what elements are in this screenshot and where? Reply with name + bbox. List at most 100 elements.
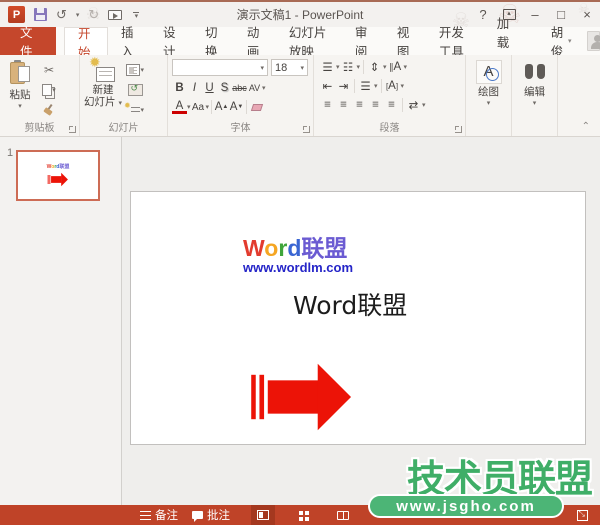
normal-view-icon (257, 510, 269, 520)
drawing-icon: A (475, 60, 502, 84)
tab-file[interactable]: 文件 (0, 26, 56, 59)
logo-letter: o (264, 235, 279, 261)
character-spacing-caret[interactable]: ▾ (262, 84, 266, 92)
tab-insert[interactable]: 插入 (108, 26, 150, 59)
user-account-menu[interactable]: 胡俊 ▾ (538, 26, 585, 59)
text-shadow-button[interactable]: S (217, 80, 232, 96)
align-right-button[interactable]: ≡ (352, 97, 367, 113)
tab-transitions[interactable]: 切换 (192, 26, 234, 59)
tab-slideshow[interactable]: 幻灯片放映 (276, 26, 342, 59)
maximize-button[interactable]: □ (548, 3, 574, 26)
slide-sorter-view-button[interactable] (291, 505, 315, 525)
striped-arrow-shape[interactable] (251, 360, 353, 434)
slide-canvas[interactable]: Word联盟 www.wordlm.com Word联盟 (130, 191, 586, 445)
minimize-button[interactable]: – (522, 3, 548, 26)
change-case-caret[interactable]: ▾ (206, 103, 210, 111)
comments-label: 批注 (207, 510, 230, 522)
ribbon-tab-bar: 文件 开始 插入 设计 切换 动画 幻灯片放映 审阅 视图 开发工具 加载项 胡… (0, 17, 600, 69)
increase-indent-button[interactable]: ⇥ (336, 78, 351, 94)
powerpoint-app-icon[interactable]: P (8, 6, 25, 23)
user-avatar[interactable] (586, 31, 600, 51)
align-center-button[interactable]: ≡ (336, 97, 351, 113)
fit-window-icon (576, 509, 588, 521)
editing-label: 编辑 (524, 86, 545, 98)
notes-toggle-button[interactable]: 备注 (133, 505, 185, 525)
slide-title-text[interactable]: Word联盟 (293, 286, 407, 322)
new-slide-icon: ✹ (89, 55, 115, 82)
align-left-button[interactable]: ≡ (320, 97, 335, 113)
line-spacing-button[interactable]: ⇕ (367, 59, 382, 75)
group-drawing: A 绘图 ▾ (466, 55, 512, 136)
italic-button[interactable]: I (187, 80, 202, 96)
text-direction-button[interactable]: ∥ A (388, 59, 403, 75)
clear-formatting-button[interactable] (249, 99, 264, 115)
new-slide-button[interactable]: ✹ 新建 幻灯片 ▾ (80, 55, 126, 118)
layout-icon (126, 64, 141, 76)
new-slide-label: 新建 (92, 84, 114, 96)
font-dialog-launcher[interactable] (303, 126, 310, 133)
ribbon-display-options-button[interactable]: ▴ (496, 3, 522, 26)
change-case-button[interactable]: Aa (191, 99, 206, 115)
strikethrough-button[interactable]: abc (232, 80, 247, 96)
paste-button[interactable]: 粘贴 ▾ (0, 58, 40, 118)
layout-button[interactable]: ▾ (126, 62, 144, 78)
quick-access-toolbar: P ↺ ▾ ↻ ▾ (0, 6, 140, 23)
customize-qat-button[interactable]: ▾ (133, 11, 140, 20)
underline-button[interactable]: U (202, 80, 217, 96)
justify-button[interactable]: ≡ (368, 97, 383, 113)
distribute-button[interactable]: ≡ (384, 97, 399, 113)
convert-smartart-button[interactable]: ⇄ (406, 97, 421, 113)
paragraph-dialog-launcher[interactable] (455, 126, 462, 133)
font-name-combo[interactable]: ▾ (172, 59, 268, 76)
shrink-font-label: A (229, 101, 238, 113)
section-button[interactable]: ▾ (124, 101, 144, 118)
drawing-button[interactable]: A 绘图 ▾ (466, 58, 511, 110)
tab-animations[interactable]: 动画 (234, 26, 276, 59)
fit-slide-to-window-button[interactable] (570, 505, 594, 525)
columns-button[interactable]: ☰ (358, 78, 373, 94)
character-spacing-button[interactable]: AV (247, 80, 262, 96)
comments-toggle-button[interactable]: 批注 (185, 505, 237, 525)
format-painter-button[interactable] (40, 102, 58, 118)
undo-icon[interactable]: ↺ (56, 8, 67, 21)
start-slideshow-icon[interactable] (108, 9, 123, 20)
slide-number: 1 (7, 147, 14, 159)
wordlm-logo[interactable]: Word联盟 www.wordlm.com (243, 236, 353, 275)
close-button[interactable]: × (574, 3, 600, 26)
redo-icon[interactable]: ↻ (88, 8, 99, 21)
decrease-indent-button[interactable]: ⇤ (320, 78, 335, 94)
reading-view-button[interactable] (331, 505, 355, 525)
bold-button[interactable]: B (172, 80, 187, 96)
save-icon[interactable] (34, 8, 47, 21)
font-color-button[interactable]: A (172, 100, 187, 114)
copy-icon (42, 84, 53, 96)
tab-addins[interactable]: 加载项 (484, 17, 534, 69)
editing-button[interactable]: 编辑 ▾ (512, 58, 557, 110)
slide-sorter-icon (298, 510, 303, 515)
tab-developer[interactable]: 开发工具 (426, 26, 484, 59)
numbering-button[interactable]: ☷ (341, 59, 356, 75)
tab-review[interactable]: 审阅 (342, 26, 384, 59)
cut-button[interactable]: ✂ (40, 62, 58, 78)
clipboard-dialog-launcher[interactable] (69, 126, 76, 133)
tab-home[interactable]: 开始 (63, 27, 108, 60)
font-size-value: 18 (275, 61, 288, 74)
copy-button[interactable]: ▾ (40, 82, 58, 98)
shrink-font-button[interactable]: A ▼ (229, 99, 244, 115)
font-size-combo[interactable]: 18 ▾ (271, 59, 308, 76)
ribbon: 粘贴 ▾ ✂ ▾ 剪贴板 ✹ 新建 幻灯片 ▾ ▾ ▾ 幻灯片 (0, 55, 600, 137)
undo-dropdown-caret[interactable]: ▾ (76, 11, 80, 19)
tab-view[interactable]: 视图 (384, 26, 426, 59)
help-button[interactable]: ? (470, 3, 496, 26)
logo-letter: 联盟 (59, 164, 70, 170)
grow-font-label: A (214, 101, 223, 113)
reset-button[interactable] (126, 82, 144, 98)
align-text-label: A (388, 80, 396, 92)
collapse-ribbon-icon[interactable]: ⌃ (582, 121, 590, 132)
slide-thumbnail[interactable]: Word联盟 (16, 150, 100, 201)
align-text-button[interactable]: [A] (385, 78, 400, 94)
tab-design[interactable]: 设计 (150, 26, 192, 59)
normal-view-button[interactable] (251, 505, 275, 525)
grow-font-button[interactable]: A ▲ (214, 99, 229, 115)
bullets-button[interactable]: ☰ (320, 59, 335, 75)
